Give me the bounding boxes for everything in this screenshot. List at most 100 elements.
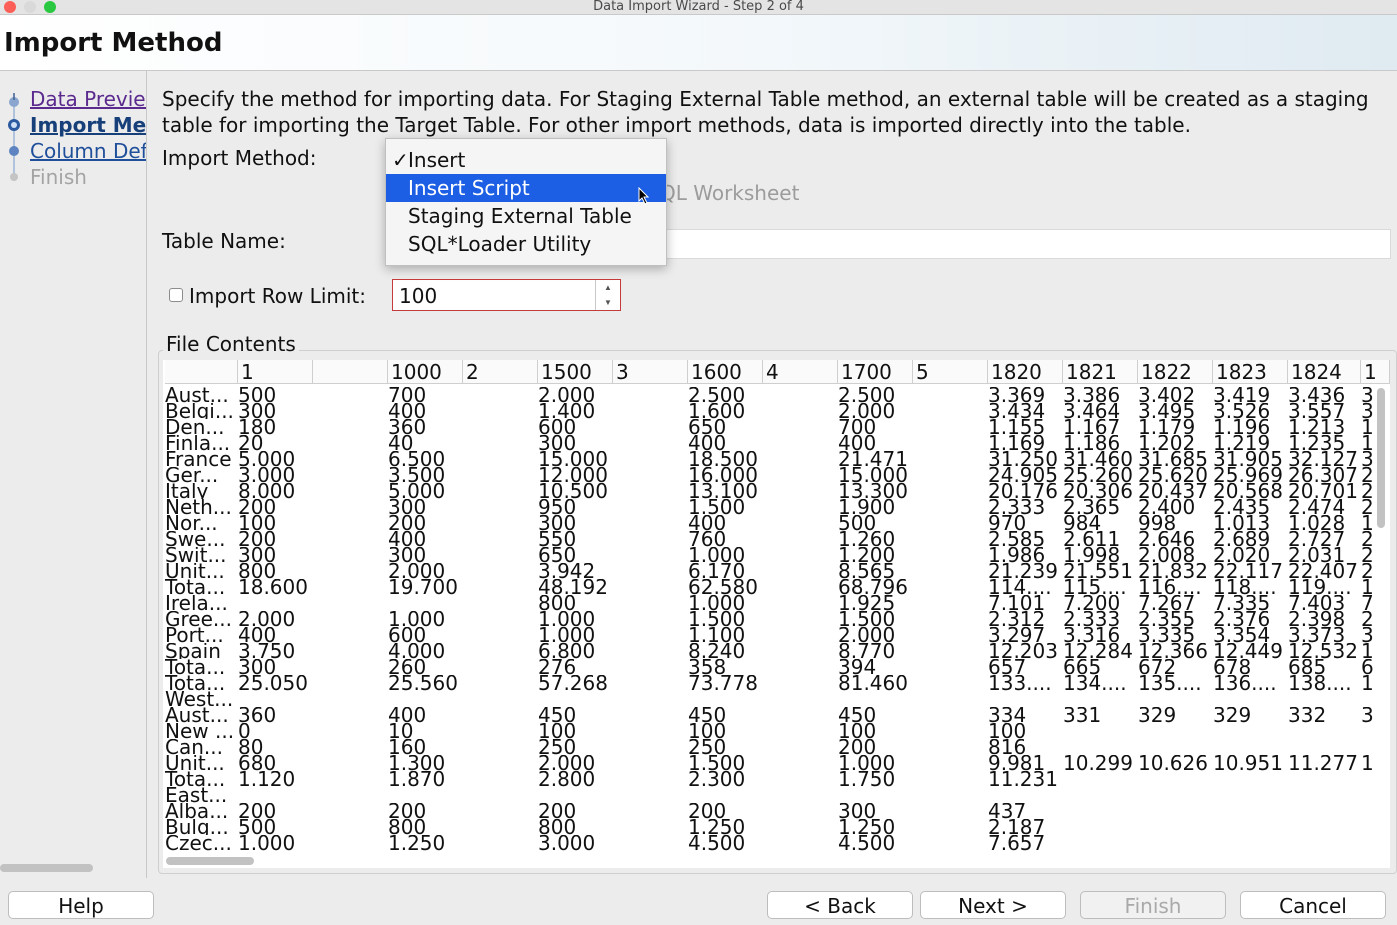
table-cell: 400 [838, 435, 877, 451]
table-cell: 10.299 [1063, 755, 1133, 771]
table-cell [613, 563, 686, 579]
table-cell [538, 787, 611, 803]
row-label-cell: Unit... [165, 563, 225, 579]
table-cell: 9.981 [988, 755, 1046, 771]
table-cell: 600 [538, 419, 577, 435]
column-header[interactable]: 1 [1361, 360, 1390, 384]
table-cell [913, 387, 986, 403]
table-cell [463, 835, 536, 851]
import-method-dropdown[interactable]: ✓ Insert Insert Script Staging External … [385, 138, 667, 266]
table-cell [763, 467, 836, 483]
nav-step-column-definition[interactable]: Column Definition [30, 139, 146, 163]
table-cell: 2.020 [1213, 547, 1271, 563]
table-cell [463, 627, 536, 643]
table-cell [613, 643, 686, 659]
nav-horizontal-scrollbar[interactable] [0, 864, 93, 872]
table-cell [1288, 771, 1359, 787]
occluded-option-text: QL Worksheet [660, 181, 800, 205]
table-cell [463, 403, 536, 419]
spinner-down-icon[interactable]: ▼ [595, 295, 620, 310]
spinner-up-icon[interactable]: ▲ [595, 280, 620, 295]
column-header[interactable]: 2 [463, 360, 538, 384]
table-cell: 450 [538, 707, 577, 723]
table-cell: 1.500 [688, 755, 746, 771]
table-vertical-scrollbar[interactable] [1376, 383, 1386, 853]
table-cell [1288, 835, 1359, 851]
column-header[interactable]: 1820 [988, 360, 1063, 384]
column-header[interactable] [165, 360, 238, 384]
table-cell: 21.551 [1063, 563, 1133, 579]
table-cell [313, 611, 386, 627]
table-cell: 4.500 [838, 835, 896, 851]
table-cell: 1.250 [388, 835, 446, 851]
table-cell: 2.000 [538, 755, 596, 771]
column-header[interactable]: 1 [238, 360, 313, 384]
checkmark-icon: ✓ [392, 148, 409, 172]
row-label-cell: Spain [165, 643, 221, 659]
column-header[interactable]: 1000 [388, 360, 463, 384]
file-contents-table[interactable]: 1 1000 2 1500 3 1600 4 1700 5 1820 1821 1822 1823 182… [163, 360, 1390, 868]
option-insert-script[interactable]: Insert Script [386, 174, 666, 202]
table-cell: 1.400 [538, 403, 596, 419]
next-button[interactable]: Next > [920, 891, 1066, 919]
column-header[interactable]: 1600 [688, 360, 763, 384]
table-cell [313, 579, 386, 595]
table-cell: 998 [1138, 515, 1177, 531]
column-header[interactable]: 1823 [1213, 360, 1288, 384]
table-cell: 22.117 [1213, 563, 1283, 579]
table-cell [613, 515, 686, 531]
table-cell: 1.925 [838, 595, 896, 611]
row-label-cell: Swe... [165, 531, 226, 547]
table-cell: 5.000 [388, 483, 446, 499]
cancel-button[interactable]: Cancel [1240, 891, 1386, 919]
row-label-cell: Belgi... [165, 403, 234, 419]
row-label-cell: Port... [165, 627, 224, 643]
column-header[interactable]: 1822 [1138, 360, 1213, 384]
table-cell [1063, 723, 1136, 739]
option-sqlloader-utility[interactable]: SQL*Loader Utility [386, 230, 666, 258]
column-header[interactable]: 4 [763, 360, 838, 384]
table-cell: 18.500 [688, 451, 758, 467]
table-cell: 200 [838, 739, 877, 755]
table-cell [463, 707, 536, 723]
table-cell: 1.155 [988, 419, 1046, 435]
column-header[interactable]: 1500 [538, 360, 613, 384]
column-header[interactable] [313, 360, 388, 384]
table-cell [913, 643, 986, 659]
table-cell [1213, 803, 1286, 819]
table-cell [313, 387, 386, 403]
option-insert[interactable]: ✓ Insert [386, 146, 666, 174]
table-cell: 2.376 [1213, 611, 1271, 627]
table-cell: 2.398 [1288, 611, 1346, 627]
table-cell: 73.778 [688, 675, 758, 691]
table-cell: 81.460 [838, 675, 908, 691]
column-header[interactable]: 3 [613, 360, 688, 384]
table-cell: 650 [688, 419, 727, 435]
nav-step-data-preview[interactable]: Data Preview [30, 87, 146, 111]
column-header[interactable]: 5 [913, 360, 988, 384]
row-label-cell: Tota... [165, 659, 226, 675]
row-limit-checkbox[interactable] [169, 288, 183, 302]
table-name-input[interactable] [665, 229, 1391, 259]
table-cell [913, 675, 986, 691]
nav-step-import-method[interactable]: Import Method [30, 113, 146, 137]
table-cell: 12.284 [1063, 643, 1133, 659]
column-header[interactable]: 1821 [1063, 360, 1138, 384]
column-header[interactable]: 1824 [1288, 360, 1361, 384]
table-cell [613, 611, 686, 627]
table-cell: 134.... [1063, 675, 1127, 691]
table-cell: 1.213 [1288, 419, 1346, 435]
table-cell: 400 [688, 515, 727, 531]
table-cell [1138, 835, 1211, 851]
option-staging-external-table[interactable]: Staging External Table [386, 202, 666, 230]
option-label: Insert Script [408, 176, 530, 200]
vertical-scroll-thumb[interactable] [1377, 388, 1385, 528]
row-limit-spinner[interactable]: 100 ▲ ▼ [392, 279, 621, 311]
table-cell [913, 819, 986, 835]
table-cell [463, 515, 536, 531]
back-button[interactable]: < Back [767, 891, 913, 919]
help-button[interactable]: Help [8, 891, 154, 919]
table-cell: 7.657 [988, 835, 1046, 851]
column-header[interactable]: 1700 [838, 360, 913, 384]
table-horizontal-scrollbar[interactable] [166, 857, 254, 865]
